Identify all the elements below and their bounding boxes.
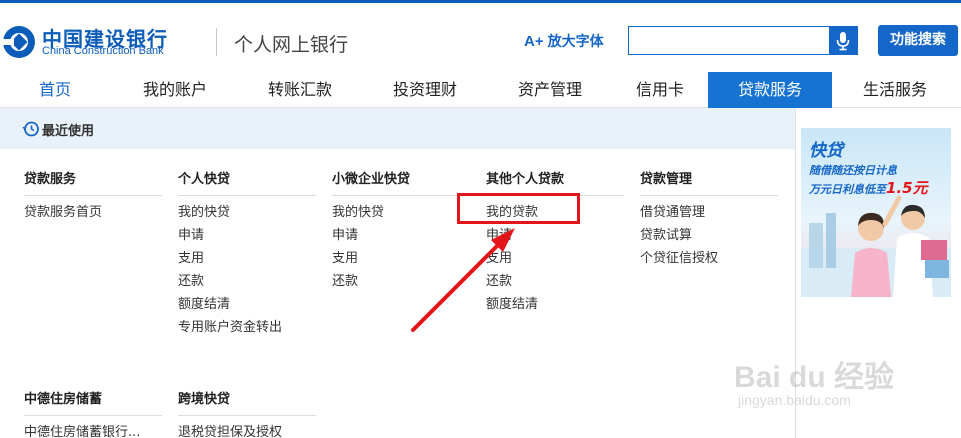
column-title: 贷款管理 xyxy=(640,170,778,196)
annotation-arrow-icon xyxy=(411,228,515,332)
enlarge-font-label: 放大字体 xyxy=(547,34,604,50)
watermark-url: jingyan.baidu.com xyxy=(738,392,851,408)
menu-link[interactable]: 中德住房储蓄银行... xyxy=(24,423,162,438)
promo-people-illustration xyxy=(801,195,951,297)
microphone-icon xyxy=(836,32,850,51)
menu-link[interactable]: 额度结清 xyxy=(178,295,316,318)
menu-column-loan-services: 贷款服务 贷款服务首页 xyxy=(24,170,162,226)
recent-used-label: 最近使用 xyxy=(42,124,95,139)
menu-column-loan-management: 贷款管理 借贷通管理 贷款试算 个贷征信授权 xyxy=(640,170,778,272)
column-title: 跨境快贷 xyxy=(178,390,316,416)
promo-banner[interactable]: 快贷 随借随还按日计息 万元日利息低至1.5元 xyxy=(801,128,951,297)
column-title: 小微企业快贷 xyxy=(332,170,470,196)
main-nav: 首页 我的账户 转账汇款 投资理财 资产管理 信用卡 贷款服务 生活服务 xyxy=(0,72,961,108)
font-size-icon: A+ xyxy=(524,33,544,50)
search-box xyxy=(628,26,858,55)
recent-used-bar: 最近使用 xyxy=(0,108,795,149)
menu-link[interactable]: 专用账户资金转出 xyxy=(178,318,316,341)
nav-item-my-account[interactable]: 我的账户 xyxy=(130,72,220,108)
menu-link[interactable]: 我的快贷 xyxy=(178,203,316,226)
menu-link[interactable]: 支用 xyxy=(178,249,316,272)
watermark: Bai du 经验 jingyan.baidu.com xyxy=(734,352,954,422)
menu-link[interactable]: 借贷通管理 xyxy=(640,203,778,226)
nav-item-transfer[interactable]: 转账汇款 xyxy=(255,72,345,108)
nav-item-investment[interactable]: 投资理财 xyxy=(380,72,470,108)
search-input[interactable] xyxy=(629,27,829,54)
history-icon xyxy=(22,121,39,137)
bank-name-en: China Construction Bank xyxy=(42,45,164,57)
enlarge-font-button[interactable]: A+ 放大字体 xyxy=(524,31,604,51)
nav-item-home[interactable]: 首页 xyxy=(10,72,100,108)
column-title: 中德住房储蓄 xyxy=(24,390,162,416)
logo-divider xyxy=(216,28,217,56)
menu-link[interactable]: 贷款试算 xyxy=(640,226,778,249)
ccb-logo-icon[interactable] xyxy=(2,25,36,59)
function-search-button[interactable]: 功能搜索 xyxy=(878,25,958,56)
site-subtitle: 个人网上银行 xyxy=(234,34,349,56)
nav-item-loan-services[interactable]: 贷款服务 xyxy=(708,72,832,108)
header: 中国建设银行 China Construction Bank 个人网上银行 A+… xyxy=(0,3,961,70)
menu-link[interactable]: 贷款服务首页 xyxy=(24,203,162,226)
menu-column-sino-german-housing: 中德住房储蓄 中德住房储蓄银行... xyxy=(24,390,162,438)
nav-item-asset-management[interactable]: 资产管理 xyxy=(505,72,595,108)
voice-search-button[interactable] xyxy=(829,27,857,54)
menu-column-cross-border-loan: 跨境快贷 退税贷担保及授权 xyxy=(178,390,316,438)
menu-link[interactable]: 个贷征信授权 xyxy=(640,249,778,272)
menu-column-personal-quick-loan: 个人快贷 我的快贷 申请 支用 还款 额度结清 专用账户资金转出 xyxy=(178,170,316,341)
column-title: 个人快贷 xyxy=(178,170,316,196)
menu-link[interactable]: 申请 xyxy=(178,226,316,249)
nav-item-life-services[interactable]: 生活服务 xyxy=(850,72,940,108)
menu-link[interactable]: 退税贷担保及授权 xyxy=(178,423,316,438)
watermark-logo: Bai du 经验 xyxy=(734,361,895,394)
menu-link[interactable]: 还款 xyxy=(178,272,316,295)
nav-item-credit-card[interactable]: 信用卡 xyxy=(615,72,705,108)
column-title: 贷款服务 xyxy=(24,170,162,196)
